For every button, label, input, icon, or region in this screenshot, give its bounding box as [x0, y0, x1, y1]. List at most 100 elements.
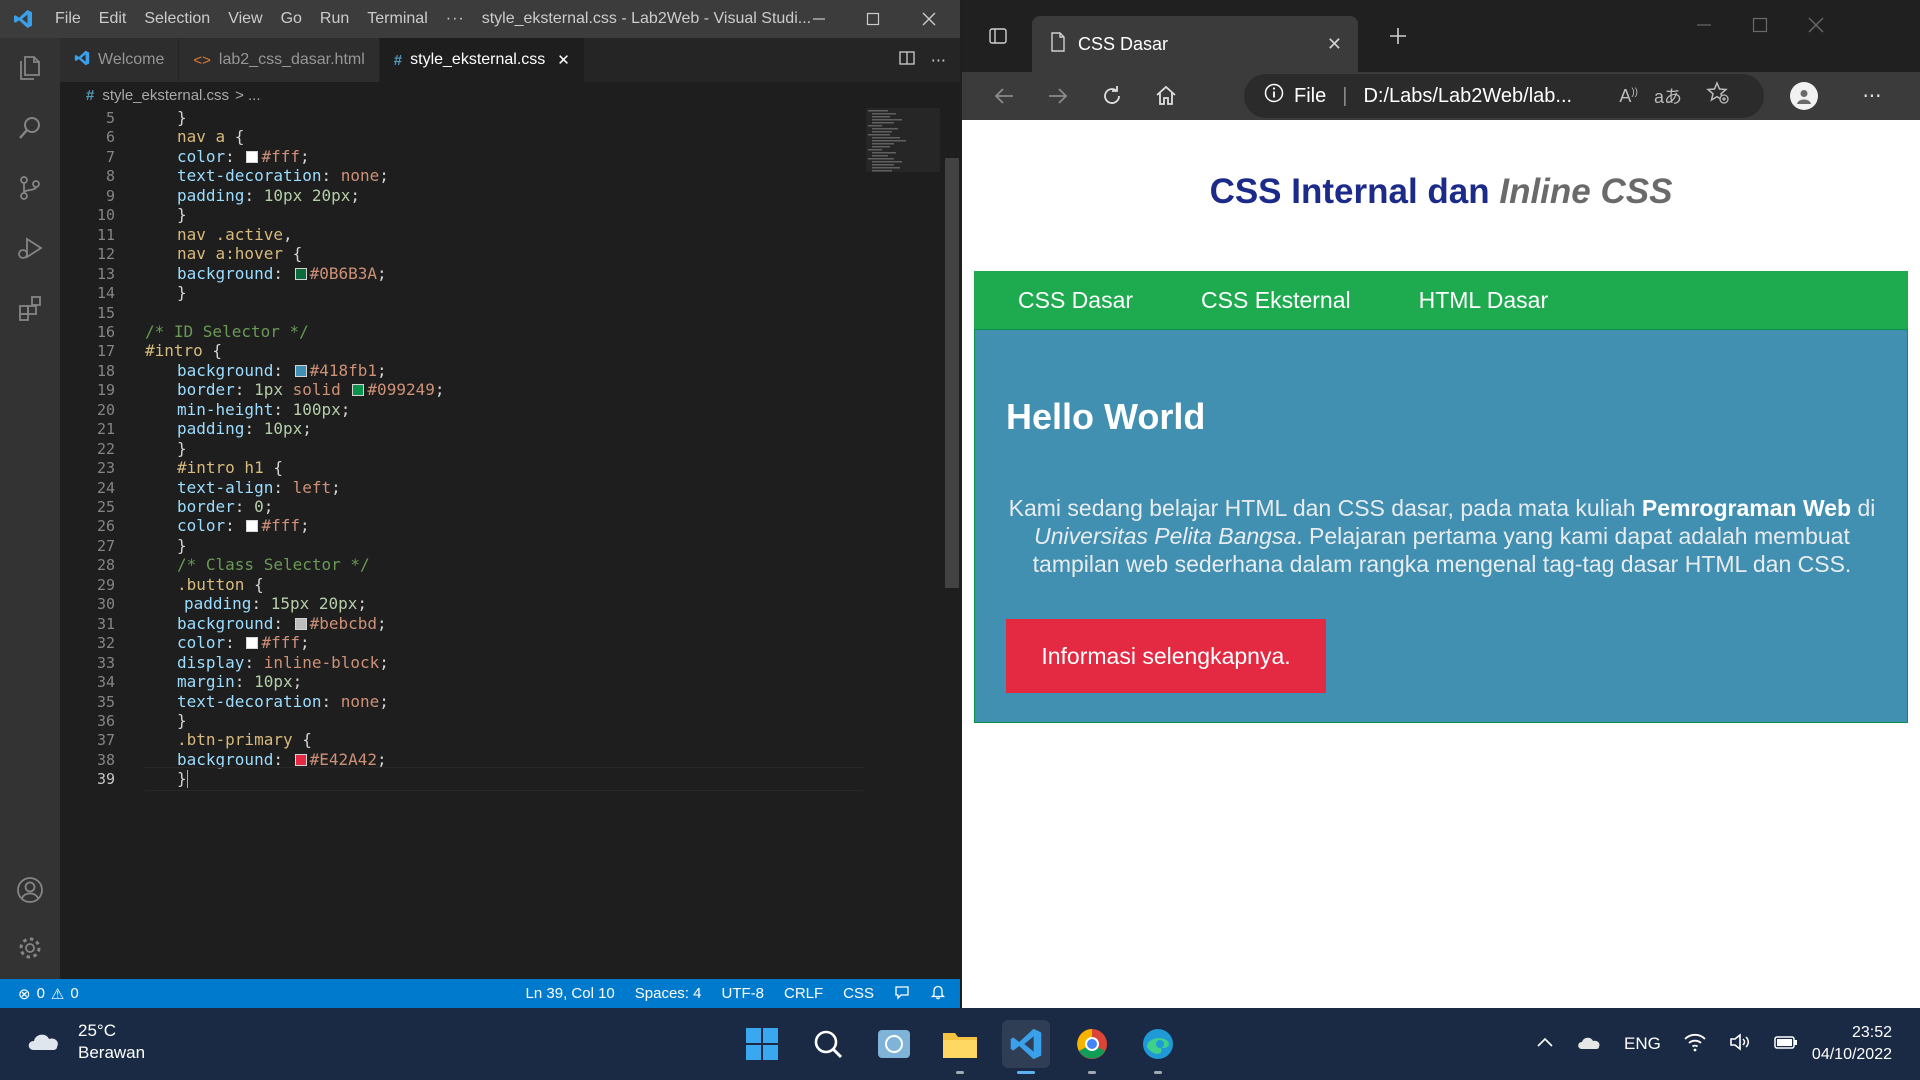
indentation[interactable]: Spaces: 4: [635, 985, 702, 1002]
browser-toolbar: File | D:/Labs/Lab2Web/lab... A)) aあ ···: [962, 72, 1920, 120]
running-indicator: [1154, 1071, 1162, 1074]
extensions-icon[interactable]: [0, 284, 60, 332]
chrome-icon[interactable]: [1068, 1020, 1116, 1074]
color-swatch[interactable]: [294, 617, 307, 630]
color-swatch[interactable]: [246, 150, 259, 163]
language-mode[interactable]: CSS: [843, 985, 874, 1002]
menu-terminal[interactable]: Terminal: [358, 10, 436, 28]
menu-go[interactable]: Go: [272, 10, 311, 28]
menu-file[interactable]: File: [46, 10, 90, 28]
input-language[interactable]: ENG: [1624, 1034, 1661, 1054]
nav-link-css-eksternal[interactable]: CSS Eksternal: [1167, 287, 1385, 314]
address-scheme: File: [1294, 84, 1327, 107]
weather-widget[interactable]: 25°C Berawan: [24, 1020, 145, 1064]
menu-run[interactable]: Run: [311, 10, 358, 28]
status-bar-right: Ln 39, Col 10 Spaces: 4 UTF-8 CRLF CSS: [526, 979, 946, 1008]
vscode-logo-icon[interactable]: [0, 0, 46, 38]
address-url: D:/Labs/Lab2Web/lab...: [1363, 84, 1573, 107]
menu-selection[interactable]: Selection: [135, 10, 219, 28]
browser-tab-active[interactable]: CSS Dasar ✕: [1032, 16, 1358, 72]
minimap[interactable]: [866, 108, 940, 188]
color-swatch[interactable]: [294, 753, 307, 766]
browser-tab-title: CSS Dasar: [1078, 33, 1169, 54]
minimize-icon[interactable]: [796, 0, 842, 38]
tab-welcome[interactable]: Welcome: [60, 38, 180, 82]
file-explorer-icon[interactable]: [936, 1020, 984, 1074]
problems-indicator[interactable]: ⊗ 0 ⚠ 0: [0, 985, 79, 1003]
title-main: CSS Internal dan: [1209, 172, 1500, 211]
read-aloud-icon[interactable]: A)): [1619, 86, 1638, 107]
nav-link-css-dasar[interactable]: CSS Dasar: [974, 287, 1167, 314]
maximize-icon[interactable]: [1740, 10, 1780, 40]
new-tab-icon[interactable]: [1378, 16, 1418, 56]
search-icon[interactable]: [804, 1020, 852, 1068]
vscode-taskbar-icon[interactable]: [1002, 1020, 1050, 1074]
source-control-icon[interactable]: [0, 164, 60, 212]
clock-time: 23:52: [1851, 1024, 1892, 1041]
menu-edit[interactable]: Edit: [90, 10, 136, 28]
split-editor-icon[interactable]: [899, 50, 915, 70]
more-actions-icon[interactable]: ···: [931, 51, 946, 70]
end-of-line[interactable]: CRLF: [784, 985, 823, 1002]
settings-gear-icon[interactable]: [0, 924, 60, 972]
feedback-icon[interactable]: [894, 984, 910, 1004]
add-favorite-icon[interactable]: [1706, 81, 1730, 111]
wifi-icon[interactable]: [1683, 1032, 1707, 1057]
accounts-icon[interactable]: [0, 866, 60, 914]
cursor-position[interactable]: Ln 39, Col 10: [526, 985, 615, 1002]
tab-actions-icon[interactable]: [978, 16, 1018, 56]
breadcrumb-rest[interactable]: > ...: [235, 87, 260, 104]
encoding[interactable]: UTF-8: [721, 985, 764, 1002]
close-icon[interactable]: [906, 0, 952, 38]
menu-view[interactable]: View: [219, 10, 271, 28]
color-swatch[interactable]: [352, 384, 365, 397]
notifications-bell-icon[interactable]: [930, 984, 946, 1004]
info-icon[interactable]: [1264, 83, 1284, 109]
back-arrow-icon[interactable]: [984, 72, 1024, 120]
onedrive-cloud-icon[interactable]: [1576, 1034, 1602, 1055]
code-editor[interactable]: 5} 6 nav a {7 color: #fff; 8 text-decoration:…: [60, 108, 946, 979]
profile-avatar-icon[interactable]: [1790, 82, 1818, 110]
web-page: CSS Internal dan Inline CSS CSS Dasar CS…: [962, 120, 1920, 1008]
system-clock[interactable]: 23:52 04/10/2022: [1812, 1022, 1892, 1066]
color-swatch[interactable]: [246, 520, 259, 533]
refresh-icon[interactable]: [1092, 72, 1132, 120]
editor-scrollbar[interactable]: [945, 158, 959, 588]
tab-label: lab2_css_dasar.html: [218, 51, 365, 68]
css-icon: #: [86, 86, 95, 104]
home-icon[interactable]: [1146, 72, 1186, 120]
breadcrumb-file[interactable]: style_eksternal.css: [102, 87, 229, 104]
address-bar[interactable]: File | D:/Labs/Lab2Web/lab... A)) aあ: [1244, 74, 1764, 118]
close-icon[interactable]: [1796, 10, 1836, 40]
start-button-icon[interactable]: [738, 1020, 786, 1068]
volume-icon[interactable]: [1729, 1032, 1751, 1057]
maximize-icon[interactable]: [850, 0, 896, 38]
show-hidden-icons-icon[interactable]: [1536, 1035, 1554, 1053]
settings-more-icon[interactable]: ···: [1852, 72, 1892, 120]
translate-icon[interactable]: aあ: [1654, 83, 1682, 109]
explorer-icon[interactable]: [0, 44, 60, 92]
color-swatch[interactable]: [294, 364, 307, 377]
color-swatch[interactable]: [294, 267, 307, 280]
tab-lab2-css-dasar-html[interactable]: <> lab2_css_dasar.html: [179, 38, 380, 82]
title-emphasis: Inline CSS: [1499, 172, 1673, 211]
battery-icon[interactable]: [1773, 1033, 1799, 1056]
search-icon[interactable]: [0, 104, 60, 152]
address-separator: |: [1342, 84, 1348, 107]
nav-link-html-dasar[interactable]: HTML Dasar: [1385, 287, 1583, 314]
tab-close-icon[interactable]: ✕: [1327, 34, 1342, 55]
color-swatch[interactable]: [246, 637, 259, 650]
photos-app-icon[interactable]: [870, 1020, 918, 1068]
css-icon: #: [393, 51, 403, 69]
more-info-button[interactable]: Informasi selengkapnya.: [1006, 619, 1326, 693]
menu-more[interactable]: ···: [437, 10, 474, 28]
minimize-icon[interactable]: [1684, 10, 1724, 40]
tab-close-icon[interactable]: ✕: [557, 51, 570, 69]
forward-arrow-icon[interactable]: [1038, 72, 1078, 120]
edge-icon[interactable]: [1134, 1020, 1182, 1074]
para-italic: Universitas Pelita Bangsa: [1034, 523, 1297, 549]
run-debug-icon[interactable]: [0, 224, 60, 272]
system-tray: ENG: [1536, 1008, 1799, 1080]
tab-style-eksternal-css[interactable]: # style_eksternal.css ✕: [379, 38, 585, 82]
code-line[interactable]: 39}: [60, 767, 863, 792]
